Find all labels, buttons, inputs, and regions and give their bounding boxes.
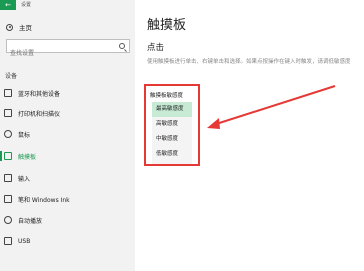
search-input[interactable] xyxy=(7,47,129,60)
mouse-icon xyxy=(4,130,12,138)
sidebar-item-pen[interactable]: 笔和 Windows Ink xyxy=(0,191,135,207)
sidebar-item-label: USB xyxy=(18,237,31,245)
search-icon[interactable] xyxy=(119,43,125,49)
title-bar: ← 设置 xyxy=(0,0,135,10)
touchpad-icon xyxy=(4,152,12,160)
sidebar-item-label: 触摸板 xyxy=(18,153,37,161)
sidebar-item-printers[interactable]: 打印机和扫描仪 xyxy=(0,105,135,121)
main-content: 触摸板 点击 使用触摸板进行单击、右键单击和选择。如果点按操作在键入时触发，请调… xyxy=(135,0,364,271)
pen-icon xyxy=(4,195,12,203)
section-label: 设备 xyxy=(5,73,18,80)
sidebar-item-label: 打印机和扫描仪 xyxy=(18,110,61,118)
sidebar-item-autoplay[interactable]: 自动播放 xyxy=(0,212,135,228)
autoplay-icon xyxy=(4,216,12,224)
sidebar-item-label: 笔和 Windows Ink xyxy=(18,196,70,204)
sidebar-item-typing[interactable]: 输入 xyxy=(0,170,135,186)
sidebar: ← 设置 主页 设备 蓝牙和其他设备 打印机和扫描仪 鼠标 触摸板 输入 笔和 … xyxy=(0,0,135,271)
sidebar-item-bluetooth[interactable]: 蓝牙和其他设备 xyxy=(0,85,135,101)
app-title: 设置 xyxy=(21,2,32,8)
printer-icon xyxy=(4,109,12,117)
bluetooth-icon xyxy=(4,89,12,97)
back-arrow-icon[interactable]: ← xyxy=(0,0,16,10)
search-box[interactable] xyxy=(6,39,130,60)
usb-icon xyxy=(4,237,12,245)
sidebar-item-mouse[interactable]: 鼠标 xyxy=(0,126,135,142)
keyboard-icon xyxy=(4,174,12,182)
sidebar-item-touchpad[interactable]: 触摸板 xyxy=(0,148,135,164)
home-icon xyxy=(6,23,13,31)
home-link[interactable]: 主页 xyxy=(6,22,32,32)
annotation-arrow xyxy=(207,85,336,129)
sidebar-item-usb[interactable]: USB xyxy=(0,233,135,249)
arrow-line xyxy=(212,85,336,126)
sidebar-item-label: 输入 xyxy=(18,175,31,183)
sidebar-item-label: 蓝牙和其他设备 xyxy=(18,90,61,98)
sidebar-item-label: 自动播放 xyxy=(18,217,43,225)
sidebar-item-label: 鼠标 xyxy=(18,131,31,139)
home-label: 主页 xyxy=(19,24,32,32)
arrow-head xyxy=(207,118,220,129)
